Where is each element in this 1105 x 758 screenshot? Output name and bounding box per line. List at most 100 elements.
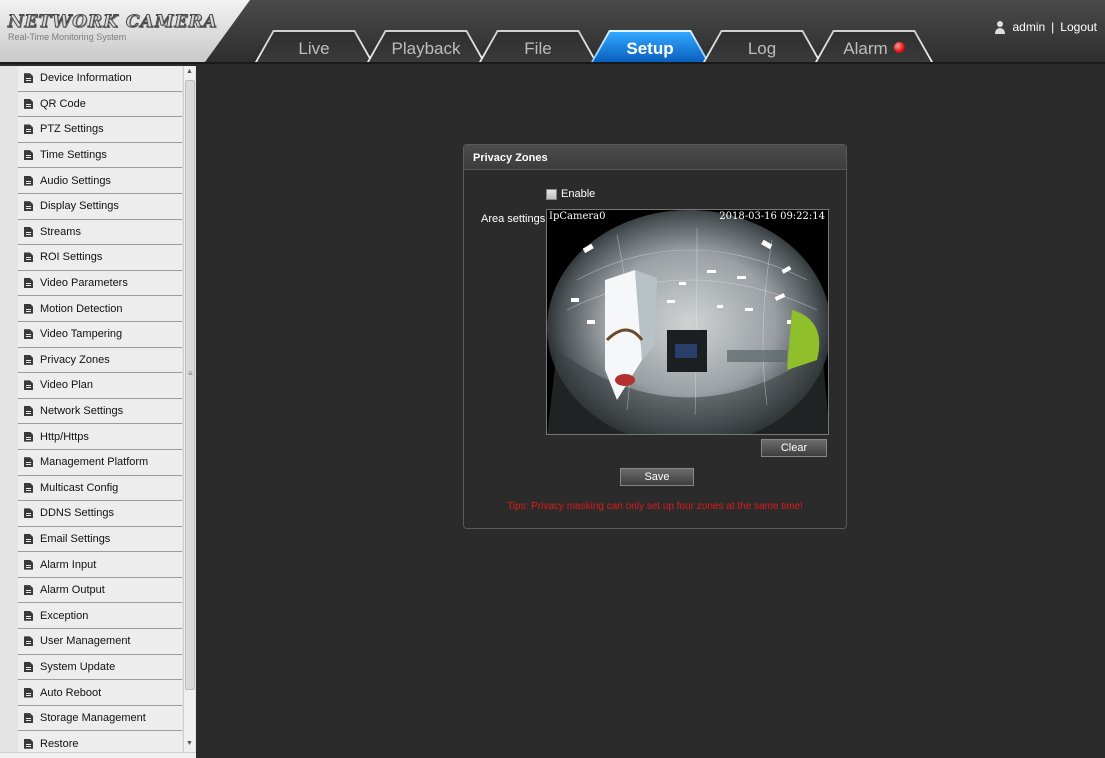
sidebar-item-network-settings[interactable]: Network Settings [18,398,182,425]
user-bar: admin | Logout [994,20,1097,34]
settings-menu: Device Information QR Code PTZ Settings Tim… [18,66,182,758]
sidebar-item-ddns-settings[interactable]: DDNS Settings [18,501,182,527]
sidebar-item-storage-management[interactable]: Storage Management [18,705,182,732]
sidebar-item-email-settings[interactable]: Email Settings [18,526,182,553]
tab-file[interactable]: File [479,30,597,62]
document-icon [24,380,33,391]
panel-title: Privacy Zones [464,145,846,170]
document-icon [24,201,33,212]
sidebar-item-motion-detection[interactable]: Motion Detection [18,296,182,322]
document-icon [24,175,33,186]
sidebar-item-user-management[interactable]: User Management [18,629,182,655]
sidebar-item-video-tampering[interactable]: Video Tampering [18,321,182,348]
user-icon [994,20,1006,34]
document-icon [24,98,33,109]
tab-playback[interactable]: Playback [367,30,485,62]
sidebar-item-label: Motion Detection [40,302,123,315]
settings-sidebar: Device Information QR Code PTZ Settings Tim… [0,66,196,758]
sidebar-item-label: DDNS Settings [40,507,114,520]
sidebar-item-http-https[interactable]: Http/Https [18,424,182,450]
sidebar-item-roi-settings[interactable]: ROI Settings [18,245,182,271]
sidebar-item-alarm-output[interactable]: Alarm Output [18,577,182,604]
sidebar-item-label: PTZ Settings [40,123,104,136]
sidebar-item-video-parameters[interactable]: Video Parameters [18,270,182,297]
tab-setup[interactable]: Setup [591,30,709,62]
document-icon [24,329,33,340]
document-icon [24,559,33,570]
sidebar-item-ptz-settings[interactable]: PTZ Settings [18,117,182,143]
sidebar-scrollbar[interactable]: ▲ ≡ ▼ [183,66,195,752]
sidebar-item-exception[interactable]: Exception [18,603,182,630]
sidebar-item-label: Video Plan [40,379,94,392]
clear-button[interactable]: Clear [761,439,827,457]
document-icon [24,508,33,519]
sidebar-item-multicast-config[interactable]: Multicast Config [18,475,182,502]
sidebar-item-label: User Management [40,635,131,648]
fisheye-image [547,210,828,434]
logout-link[interactable]: Logout [1060,20,1097,34]
scrollbar-thumb[interactable]: ≡ [185,80,195,690]
sidebar-item-privacy-zones[interactable]: Privacy Zones [18,347,182,374]
enable-row: Enable [546,188,595,200]
video-preview[interactable]: IpCamera0 2018-03-16 09:22:14 [546,209,829,435]
top-header: NETWORK CAMERA Real-Time Monitoring Syst… [0,0,1105,64]
logo: NETWORK CAMERA Real-Time Monitoring Syst… [0,0,250,62]
alarm-indicator-icon [893,42,905,53]
sidebar-item-management-platform[interactable]: Management Platform [18,449,182,476]
sidebar-item-label: Management Platform [40,456,149,469]
document-icon [24,610,33,621]
tab-label: File [524,39,552,58]
scroll-down-icon[interactable]: ▼ [186,740,193,747]
sidebar-item-label: Audio Settings [40,174,111,187]
save-button[interactable]: Save [620,468,694,486]
osd-timestamp: 2018-03-16 09:22:14 [719,211,825,222]
sidebar-item-qr-code[interactable]: QR Code [18,91,182,118]
tab-log[interactable]: Log [703,30,821,62]
tab-label: Log [747,39,777,58]
privacy-zones-panel: Privacy Zones Enable Area settings: IpCa… [463,144,847,529]
osd-camera-name: IpCamera0 [549,211,606,222]
sidebar-item-audio-settings[interactable]: Audio Settings [18,168,182,194]
area-settings-label: Area settings: [481,213,549,225]
document-icon [24,431,33,442]
logo-title: NETWORK CAMERA [8,12,218,33]
tab-label: Live [298,39,330,58]
enable-checkbox[interactable] [546,188,557,200]
document-icon [24,585,33,596]
document-icon [24,406,33,417]
sidebar-item-label: Alarm Input [40,558,97,571]
sidebar-item-label: System Update [40,660,116,673]
document-icon [24,303,33,314]
document-icon [24,278,33,289]
sidebar-item-label: Alarm Output [40,584,105,597]
tab-alarm[interactable]: Alarm [815,30,933,62]
sidebar-item-label: Display Settings [40,200,119,213]
sidebar-item-display-settings[interactable]: Display Settings [18,193,182,220]
sidebar-item-alarm-input[interactable]: Alarm Input [18,552,182,578]
sidebar-item-video-plan[interactable]: Video Plan [18,373,182,399]
username: admin [1012,20,1046,34]
document-icon [24,738,33,749]
sidebar-item-label: Storage Management [40,712,146,725]
sidebar-item-label: Email Settings [40,532,111,545]
sidebar-item-time-settings[interactable]: Time Settings [18,142,182,169]
document-icon [24,252,33,263]
sidebar-item-label: Http/Https [40,430,89,443]
sidebar-item-label: Exception [40,609,89,622]
document-icon [24,533,33,544]
sidebar-item-auto-reboot[interactable]: Auto Reboot [18,680,182,706]
sidebar-item-label: Video Parameters [40,277,128,290]
scroll-up-icon[interactable]: ▲ [186,68,193,75]
sidebar-item-label: Restore [40,737,79,750]
tips-text: Tips: Privacy masking can only set up fo… [507,501,803,512]
sidebar-item-streams[interactable]: Streams [18,219,182,246]
sidebar-item-label: QR Code [40,97,86,110]
sidebar-horizontal-scrollbar[interactable] [0,752,196,758]
sidebar-item-device-information[interactable]: Device Information [18,66,182,92]
document-icon [24,150,33,161]
sidebar-item-system-update[interactable]: System Update [18,654,182,681]
sidebar-item-label: Auto Reboot [40,686,102,699]
tab-live[interactable]: Live [255,30,373,62]
sidebar-item-label: Time Settings [40,149,107,162]
sidebar-item-label: Network Settings [40,405,124,418]
